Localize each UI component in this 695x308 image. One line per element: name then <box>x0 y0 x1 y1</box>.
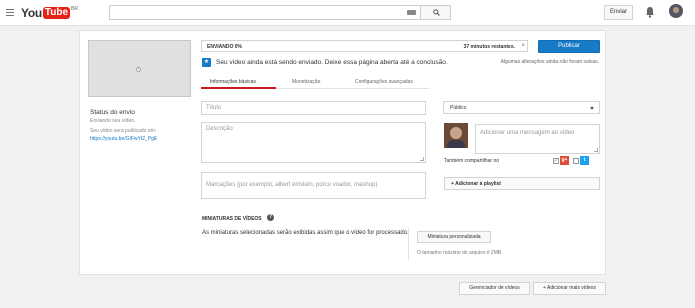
upload-card: Status do envio Enviando seu vídeo. Seu … <box>79 30 606 275</box>
star-icon: ★ <box>202 58 211 67</box>
account-avatar[interactable] <box>669 4 683 18</box>
search-input[interactable] <box>109 5 421 20</box>
tab-basic-info[interactable]: Informações básicas <box>210 79 256 85</box>
logo-tube: Tube <box>42 7 71 19</box>
cancel-upload-icon[interactable]: × <box>521 43 525 49</box>
time-remaining: 37 minutos restantes. <box>463 44 515 50</box>
video-url-link[interactable]: https://youtu.be/GIFwYt2_PgE <box>90 136 157 142</box>
share-googleplus-checkbox[interactable]: ✓ <box>553 157 559 164</box>
tags-placeholder: Marcações (por exemplo, albert einstein,… <box>206 182 378 188</box>
search-button[interactable] <box>420 5 451 20</box>
video-thumbnail-preview <box>88 40 191 97</box>
privacy-select[interactable]: Público <box>443 101 600 114</box>
upload-status-text: Enviando seu vídeo. <box>90 118 136 124</box>
description-textarea[interactable]: Descrição <box>201 122 426 163</box>
tab-bar: Informações básicas Monetização Configur… <box>201 75 429 89</box>
upload-notice: Seu vídeo ainda está sendo enviado. Deix… <box>216 59 448 66</box>
twitter-icon: t <box>580 156 589 165</box>
max-file-size-text: O tamanho máximo do arquivo é 2MB. <box>417 250 503 256</box>
publish-url-label: Seu vídeo será publicado em: <box>90 128 157 134</box>
logo-country: BR <box>71 6 78 12</box>
custom-thumbnail-button[interactable]: Miniatura personalizada <box>417 231 491 243</box>
thumbnails-description: As miniaturas selecionadas serão exibida… <box>202 230 409 236</box>
title-input[interactable]: Título <box>201 101 426 115</box>
add-to-playlist-label: + Adicionar à playlist <box>451 181 501 187</box>
notifications-bell-icon[interactable] <box>645 6 655 18</box>
share-twitter-checkbox[interactable] <box>573 157 579 164</box>
publish-button[interactable]: Publicar <box>538 40 600 53</box>
loading-spinner-icon <box>136 67 141 72</box>
channel-avatar <box>444 123 468 148</box>
tab-advanced-settings[interactable]: Configurações avançadas <box>355 79 413 85</box>
menu-icon[interactable] <box>6 9 14 16</box>
top-bar: You Tube BR Enviar <box>0 0 695 26</box>
message-textarea[interactable]: Adicionar uma mensagem ao vídeo <box>475 124 600 154</box>
video-manager-button[interactable]: Gerenciador de vídeos <box>459 282 530 295</box>
description-placeholder: Descrição <box>206 126 233 132</box>
share-label: Também compartilhar no <box>444 158 500 164</box>
google-plus-icon: g+ <box>560 156 569 165</box>
upload-button[interactable]: Enviar <box>604 5 633 20</box>
upload-progress-bar: ENVIANDO 0% 37 minutos restantes. × <box>201 40 528 52</box>
youtube-logo[interactable]: You Tube BR <box>21 6 78 20</box>
upload-status-title: Status do envio <box>90 109 135 116</box>
unsaved-changes-text: Algumas alterações ainda não foram salva… <box>500 59 599 65</box>
keyboard-icon[interactable] <box>407 10 416 15</box>
add-to-playlist-button[interactable]: + Adicionar à playlist <box>444 177 600 190</box>
share-options: ✓ g+ t <box>553 156 593 165</box>
chevron-down-icon <box>590 107 594 110</box>
tab-monetization[interactable]: Monetização <box>292 79 320 85</box>
thumbnails-title: MINIATURAS DE VÍDEOS <box>202 216 262 222</box>
divider <box>408 228 409 260</box>
search-icon <box>433 9 440 16</box>
progress-label: ENVIANDO 0% <box>207 44 243 50</box>
active-tab-indicator <box>201 87 276 89</box>
add-more-videos-button[interactable]: + Adicionar mais vídeos <box>533 282 606 295</box>
help-icon[interactable]: ? <box>267 214 274 221</box>
tags-input[interactable]: Marcações (por exemplo, albert einstein,… <box>201 172 426 199</box>
title-placeholder: Título <box>206 105 222 111</box>
resize-grip-icon[interactable] <box>594 148 598 152</box>
privacy-value: Público <box>450 105 467 111</box>
resize-grip-icon[interactable] <box>420 157 424 161</box>
message-placeholder: Adicionar uma mensagem ao vídeo <box>480 130 575 136</box>
logo-you: You <box>21 6 42 20</box>
